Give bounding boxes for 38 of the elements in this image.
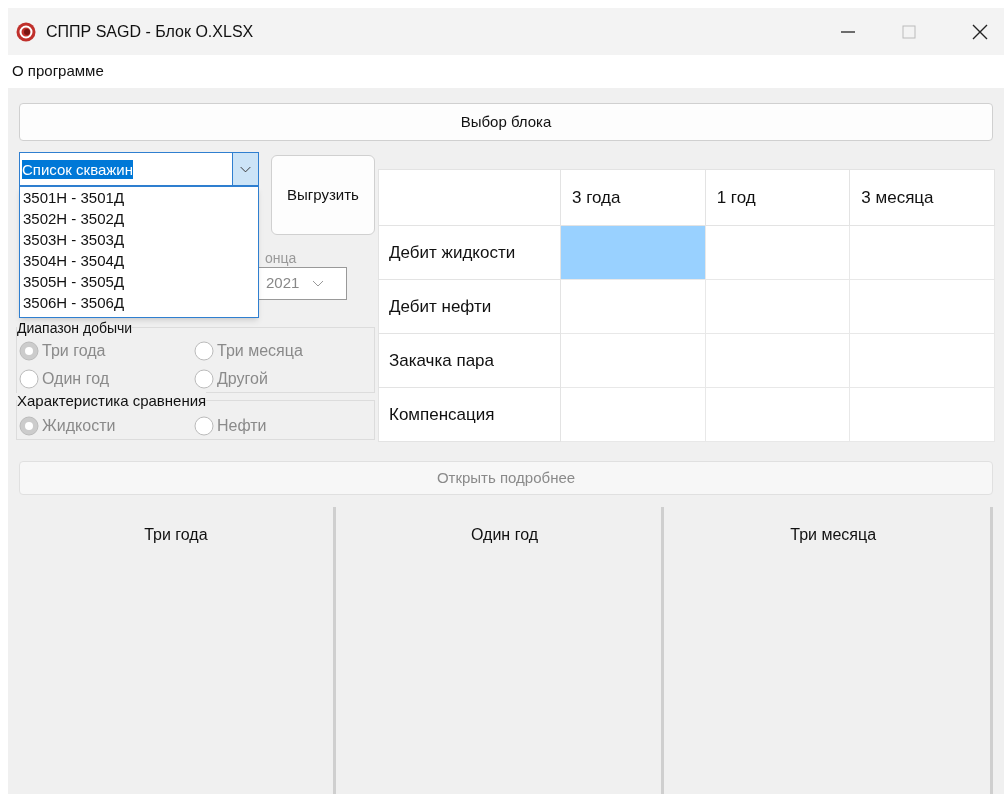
maximize-icon[interactable] [902,24,916,39]
row-header: Закачка пара [378,333,561,388]
table-cell[interactable] [560,333,706,388]
radio-label: Три месяца [217,341,303,361]
row-header: Компенсация [378,387,561,442]
dropdown-item[interactable]: 3501Н - 3501Д [23,187,258,208]
block-select-button[interactable]: Выбор блока [19,103,993,141]
dropdown-item[interactable]: 3502Н - 3502Д [23,208,258,229]
radio-label: Нефти [217,416,267,436]
date-label: онца [265,249,297,268]
column-header: 3 месяца [849,169,995,226]
table-cell[interactable] [705,225,850,280]
chevron-down-icon [311,278,326,289]
window-title: СППР SAGD - Блок O.XLSX [46,21,254,42]
column-header: 3 года [560,169,706,226]
well-combo-box[interactable]: Список скважин [19,152,259,186]
radio-label: Три года [42,341,106,361]
group-title: Характеристика сравнения [17,392,207,409]
close-icon[interactable] [972,23,988,40]
table-cell[interactable] [560,225,706,280]
table-cell[interactable] [560,387,706,442]
radio-label: Другой [217,369,268,389]
row-header: Дебит жидкости [378,225,561,280]
group-title: Диапазон добычи [17,320,133,336]
menu-item[interactable]: О программе [8,60,108,83]
panel-title: Три года [144,525,208,543]
app-logo-icon [16,21,36,42]
panel-title: Один год [471,525,538,543]
table-cell[interactable] [849,225,995,280]
export-button[interactable]: Выгрузить [271,155,375,235]
table-cell[interactable] [705,279,850,334]
table-cell[interactable] [560,279,706,334]
radio-label: Жидкости [42,416,116,436]
dropdown-item[interactable]: 3503Н - 3503Д [23,229,258,250]
radio-label: Один год [42,369,109,389]
row-header: Дебит нефти [378,279,561,334]
column-header: 1 год [705,169,850,226]
panel-title: Три месяца [790,525,877,543]
